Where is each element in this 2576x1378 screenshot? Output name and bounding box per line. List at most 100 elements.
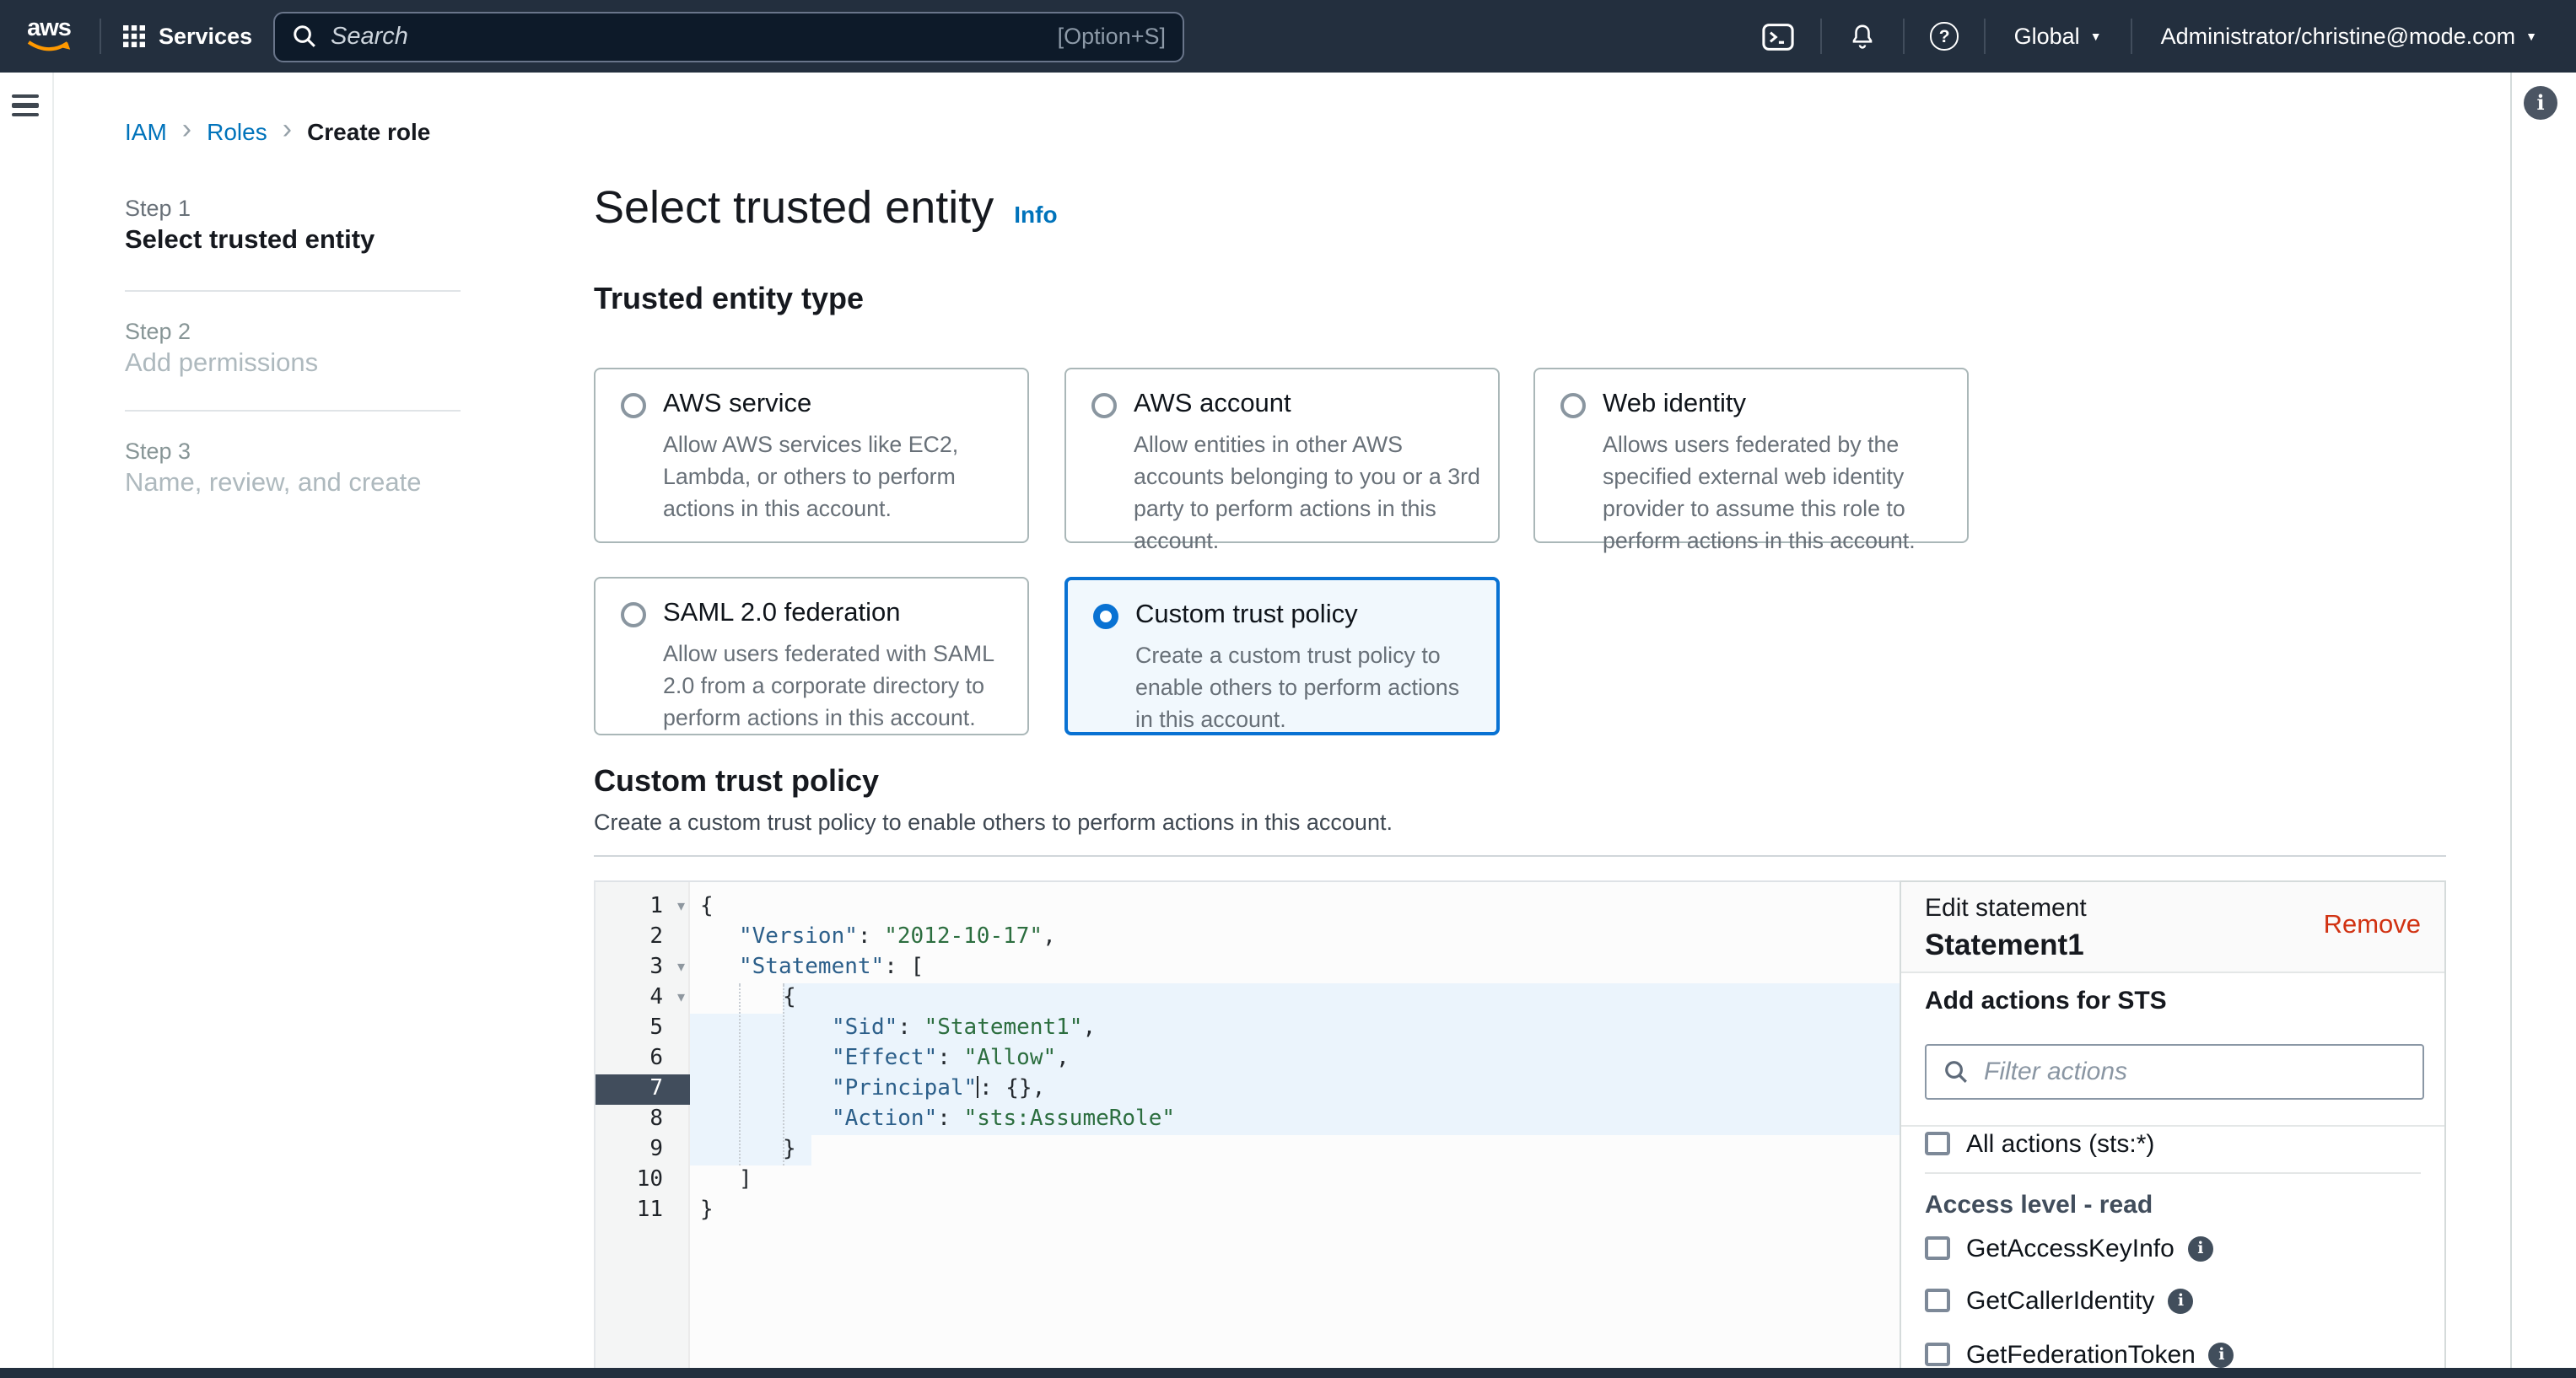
- json-punctuation: }: [783, 1137, 796, 1162]
- search-icon: [292, 24, 317, 49]
- filter-actions-input[interactable]: [1984, 1058, 2406, 1086]
- services-label: Services: [159, 24, 252, 49]
- line-number: 11: [595, 1196, 690, 1226]
- chevron-down-icon: ▼: [2525, 32, 2537, 44]
- page-title: Select trusted entity: [594, 182, 994, 234]
- json-key: "Action": [832, 1106, 937, 1132]
- statement-panel-header: Edit statement Statement1 Remove: [1901, 882, 2444, 973]
- json-punctuation: ,: [1056, 1046, 1070, 1071]
- code-line-9[interactable]: 9}: [595, 1135, 1900, 1165]
- topbar-divider: [1984, 19, 1986, 54]
- info-icon[interactable]: i: [2188, 1235, 2213, 1261]
- json-punctuation: }: [700, 1198, 714, 1223]
- get-caller-identity-checkbox[interactable]: [1925, 1289, 1949, 1313]
- code-line-6[interactable]: 6"Effect": "Allow",: [595, 1044, 1900, 1074]
- fold-caret-icon[interactable]: ▾: [677, 892, 685, 923]
- custom-policy-description: Create a custom trust policy to enable o…: [594, 810, 1393, 835]
- collapsed-side-nav-rail: [0, 73, 54, 1378]
- code-line-11[interactable]: 11}: [595, 1196, 1900, 1226]
- region-label: Global: [2014, 24, 2080, 49]
- code-line-4[interactable]: 4▾{: [595, 983, 1900, 1014]
- get-federation-token-checkbox[interactable]: [1925, 1343, 1949, 1367]
- step-title[interactable]: Select trusted entity: [125, 226, 375, 256]
- search-icon: [1943, 1059, 1969, 1085]
- json-punctuation: : {},: [979, 1076, 1045, 1101]
- json-punctuation: :: [937, 1106, 963, 1132]
- radio-selected[interactable]: [1093, 604, 1118, 629]
- line-number: 10: [595, 1165, 690, 1196]
- aws-logo[interactable]: aws: [20, 18, 78, 55]
- code-line-3[interactable]: 3▾"Statement": [: [595, 953, 1900, 983]
- global-search[interactable]: [Option+S]: [273, 11, 1184, 62]
- account-menu[interactable]: Administrator/christine@mode.com ▼: [2136, 24, 2563, 49]
- notifications-button[interactable]: [1826, 21, 1900, 51]
- card-custom-trust-policy[interactable]: Custom trust policy Create a custom trus…: [1064, 577, 1500, 735]
- code-line-8[interactable]: 8"Action": "sts:AssumeRole": [595, 1105, 1900, 1135]
- code-line-5[interactable]: 5 "Sid": "Statement1",: [595, 1014, 1900, 1044]
- statement-name: Statement1: [1925, 928, 2084, 963]
- json-key: "Principal": [832, 1076, 977, 1101]
- card-saml-federation[interactable]: SAML 2.0 federation Allow users federate…: [594, 577, 1029, 735]
- code-line-1[interactable]: 1▾{: [595, 892, 1900, 923]
- help-button[interactable]: ?: [1909, 23, 1981, 51]
- json-punctuation: ,: [1082, 1015, 1096, 1041]
- filter-actions-field[interactable]: [1925, 1044, 2424, 1100]
- step-label: Step 2: [125, 319, 318, 344]
- json-punctuation: ,: [1043, 924, 1056, 950]
- remove-statement-button[interactable]: Remove: [2324, 911, 2421, 941]
- help-panel-info-button[interactable]: i: [2524, 86, 2557, 120]
- search-input[interactable]: [331, 23, 1044, 50]
- code-line-2[interactable]: 2"Version": "2012-10-17",: [595, 923, 1900, 953]
- card-title: Custom trust policy: [1135, 600, 1358, 631]
- access-level-heading: Access level - read: [1925, 1191, 2153, 1219]
- info-link[interactable]: Info: [1014, 201, 1057, 228]
- aws-console-page: aws Services: [0, 0, 2576, 1378]
- services-menu-button[interactable]: Services: [123, 24, 252, 49]
- info-icon[interactable]: i: [2209, 1342, 2234, 1367]
- card-aws-account[interactable]: AWS account Allow entities in other AWS …: [1064, 368, 1500, 543]
- region-selector[interactable]: Global ▼: [1989, 24, 2127, 49]
- json-string: "Allow": [964, 1046, 1057, 1071]
- indent-guide: [783, 983, 784, 1165]
- code-line-7[interactable]: 7"Principal": {},: [595, 1074, 1900, 1105]
- json-punctuation: :: [897, 1015, 924, 1041]
- policy-code-editor[interactable]: 1▾{2"Version": "2012-10-17",3▾"Statement…: [594, 880, 1900, 1378]
- json-key: "Statement": [739, 955, 884, 980]
- card-aws-service[interactable]: AWS service Allow AWS services like EC2,…: [594, 368, 1029, 543]
- radio-unselected[interactable]: [621, 602, 646, 627]
- chevron-down-icon: ▼: [2090, 32, 2102, 44]
- radio-unselected[interactable]: [1091, 393, 1117, 418]
- bell-icon: [1848, 21, 1878, 51]
- entity-type-heading: Trusted entity type: [594, 282, 864, 317]
- card-title: AWS service: [663, 390, 811, 420]
- breadcrumb-roles[interactable]: Roles: [207, 118, 267, 145]
- aws-logo-text: aws: [27, 18, 71, 40]
- chevron-right-icon: ›: [283, 118, 292, 142]
- action-row: GetAccessKeyInfo i: [1925, 1235, 2213, 1262]
- radio-unselected[interactable]: [1560, 393, 1586, 418]
- wizard-step-1: Step 1 Select trusted entity: [125, 196, 375, 256]
- fold-caret-icon[interactable]: ▾: [677, 953, 685, 983]
- code-line-10[interactable]: 10]: [595, 1165, 1900, 1196]
- json-string: "sts:AssumeRole": [964, 1106, 1175, 1132]
- json-punctuation: {: [783, 985, 796, 1010]
- line-number: 1▾: [595, 892, 690, 923]
- page-header: Select trusted entity Info: [594, 182, 1058, 234]
- get-access-key-info-checkbox[interactable]: [1925, 1236, 1949, 1261]
- breadcrumb-iam[interactable]: IAM: [125, 118, 167, 145]
- line-number: 5: [595, 1014, 690, 1044]
- json-key: "Sid": [832, 1015, 897, 1041]
- all-actions-checkbox[interactable]: [1925, 1132, 1949, 1156]
- card-description: Allows users federated by the specified …: [1603, 428, 1950, 557]
- cloudshell-button[interactable]: [1740, 21, 1818, 51]
- json-string: "2012-10-17": [884, 924, 1043, 950]
- json-string: "Statement1": [924, 1015, 1083, 1041]
- code-lines: 1▾{2"Version": "2012-10-17",3▾"Statement…: [595, 892, 1900, 1226]
- menu-hamburger-button[interactable]: [12, 94, 39, 122]
- info-icon[interactable]: i: [2168, 1288, 2193, 1313]
- step-label: Step 3: [125, 439, 422, 464]
- radio-unselected[interactable]: [621, 393, 646, 418]
- card-web-identity[interactable]: Web identity Allows users federated by t…: [1533, 368, 1969, 543]
- fold-caret-icon[interactable]: ▾: [677, 983, 685, 1014]
- topbar-divider: [2131, 19, 2132, 54]
